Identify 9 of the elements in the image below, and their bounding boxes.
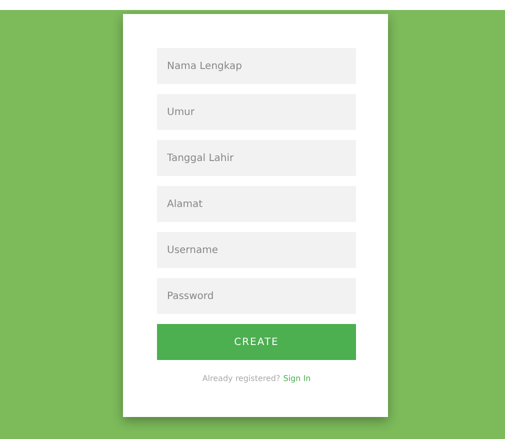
input-field[interactable]: Tanggal Lahir xyxy=(157,140,356,176)
input-field[interactable]: Password xyxy=(157,278,356,314)
input-field[interactable]: Alamat xyxy=(157,186,356,222)
input-field[interactable]: Nama Lengkap xyxy=(157,48,356,84)
create-button[interactable]: CREATE xyxy=(157,324,356,360)
sign-in-link[interactable]: Sign In xyxy=(283,374,311,383)
input-field[interactable]: Umur xyxy=(157,94,356,130)
footer-text: Already registered? xyxy=(202,374,280,383)
input-field[interactable]: Username xyxy=(157,232,356,268)
